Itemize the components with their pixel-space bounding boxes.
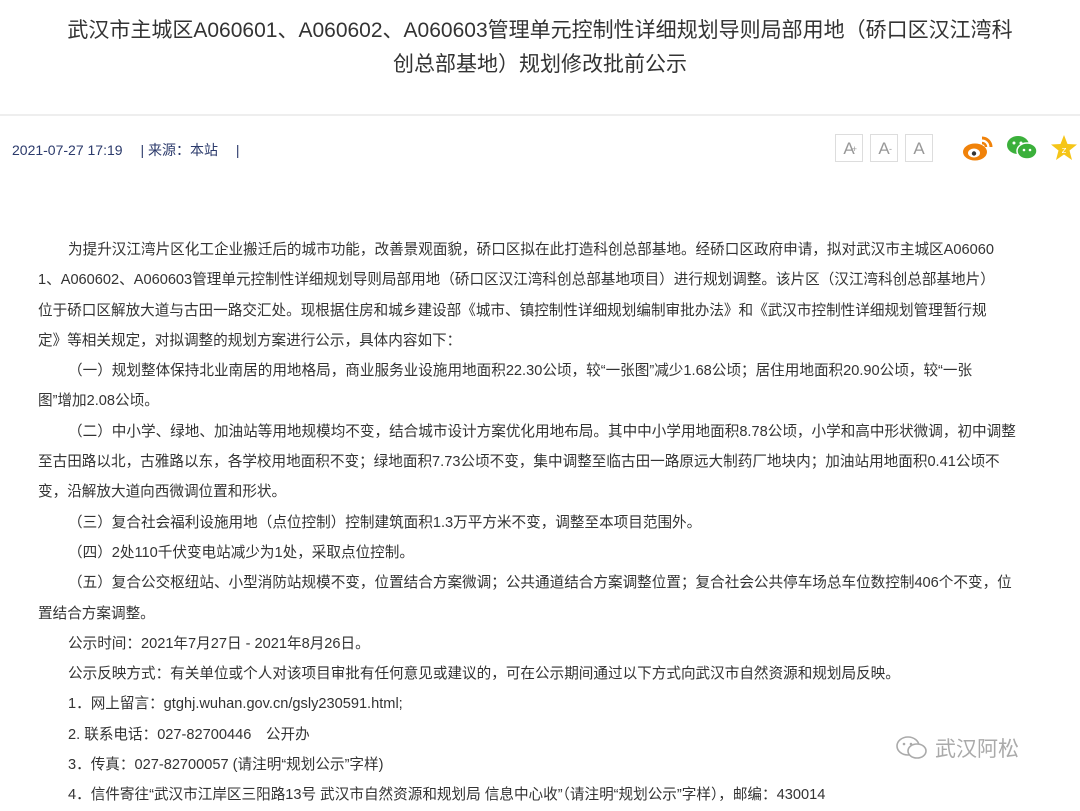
weibo-icon[interactable] (962, 134, 994, 162)
watermark: 武汉阿松 (895, 733, 1019, 763)
contact-mail: 4．信件寄往“武汉市江岸区三阳路13号 武汉市自然资源和规划局 信息中心收”（请… (38, 780, 1016, 810)
font-increase-button[interactable]: A+ (835, 134, 863, 162)
paragraph-item-2: （二）中小学、绿地、加油站等用地规模均不变，结合城市设计方案优化用地布局。其中中… (38, 417, 1016, 508)
paragraph-item-4: （四）2处110千伏变电站减少为1处，采取点位控制。 (38, 538, 1016, 568)
article-title: 武汉市主城区A060601、A060602、A060603管理单元控制性详细规划… (0, 14, 1080, 82)
article-meta: 2021-07-27 17:19 | 来源：本站 | (12, 140, 240, 160)
title-line-1: 武汉市主城区A060601、A060602、A060603管理单元控制性详细规划… (0, 14, 1080, 48)
font-default-button[interactable]: A (905, 134, 933, 162)
wechat-icon[interactable] (1006, 134, 1038, 162)
svg-text:z: z (1062, 146, 1067, 156)
contact-online: 1．网上留言：gtghj.wuhan.gov.cn/gsly230591.htm… (38, 689, 1016, 719)
separator: | (236, 140, 240, 160)
separator: | (140, 140, 144, 160)
notice-period: 公示时间：2021年7月27日 - 2021年8月26日。 (38, 629, 1016, 659)
paragraph-intro: 为提升汉江湾片区化工企业搬迁后的城市功能，改善景观面貌，硚口区拟在此打造科创总部… (38, 235, 1016, 356)
qzone-icon[interactable]: z (1050, 134, 1078, 162)
font-size-controls: A+ A- A (835, 134, 933, 162)
paragraph-item-1: （一）规划整体保持北业南居的用地格局，商业服务业设施用地面积22.30公顷，较“… (38, 356, 1016, 417)
paragraph-item-3: （三）复合社会福利设施用地（点位控制）控制建筑面积1.3万平方米不变，调整至本项… (38, 508, 1016, 538)
publish-datetime: 2021-07-27 17:19 (12, 142, 123, 158)
divider (0, 114, 1080, 116)
wechat-icon (895, 735, 929, 761)
contact-phone: 2. 联系电话：027-82700446 公开办 (38, 720, 1016, 750)
contact-fax: 3．传真：027-82700057 (请注明“规划公示”字样) (38, 750, 1016, 780)
title-line-2: 创总部基地）规划修改批前公示 (0, 48, 1080, 82)
source: 来源：本站 (148, 142, 218, 158)
article-body: 为提升汉江湾片区化工企业搬迁后的城市功能，改善景观面貌，硚口区拟在此打造科创总部… (38, 235, 1016, 811)
watermark-text: 武汉阿松 (935, 733, 1019, 763)
share-bar: z (962, 134, 1078, 162)
paragraph-item-5: （五）复合公交枢纽站、小型消防站规模不变，位置结合方案微调；公共通道结合方案调整… (38, 568, 1016, 629)
font-decrease-button[interactable]: A- (870, 134, 898, 162)
feedback-methods: 公示反映方式：有关单位或个人对该项目审批有任何意见或建议的，可在公示期间通过以下… (38, 659, 1016, 689)
